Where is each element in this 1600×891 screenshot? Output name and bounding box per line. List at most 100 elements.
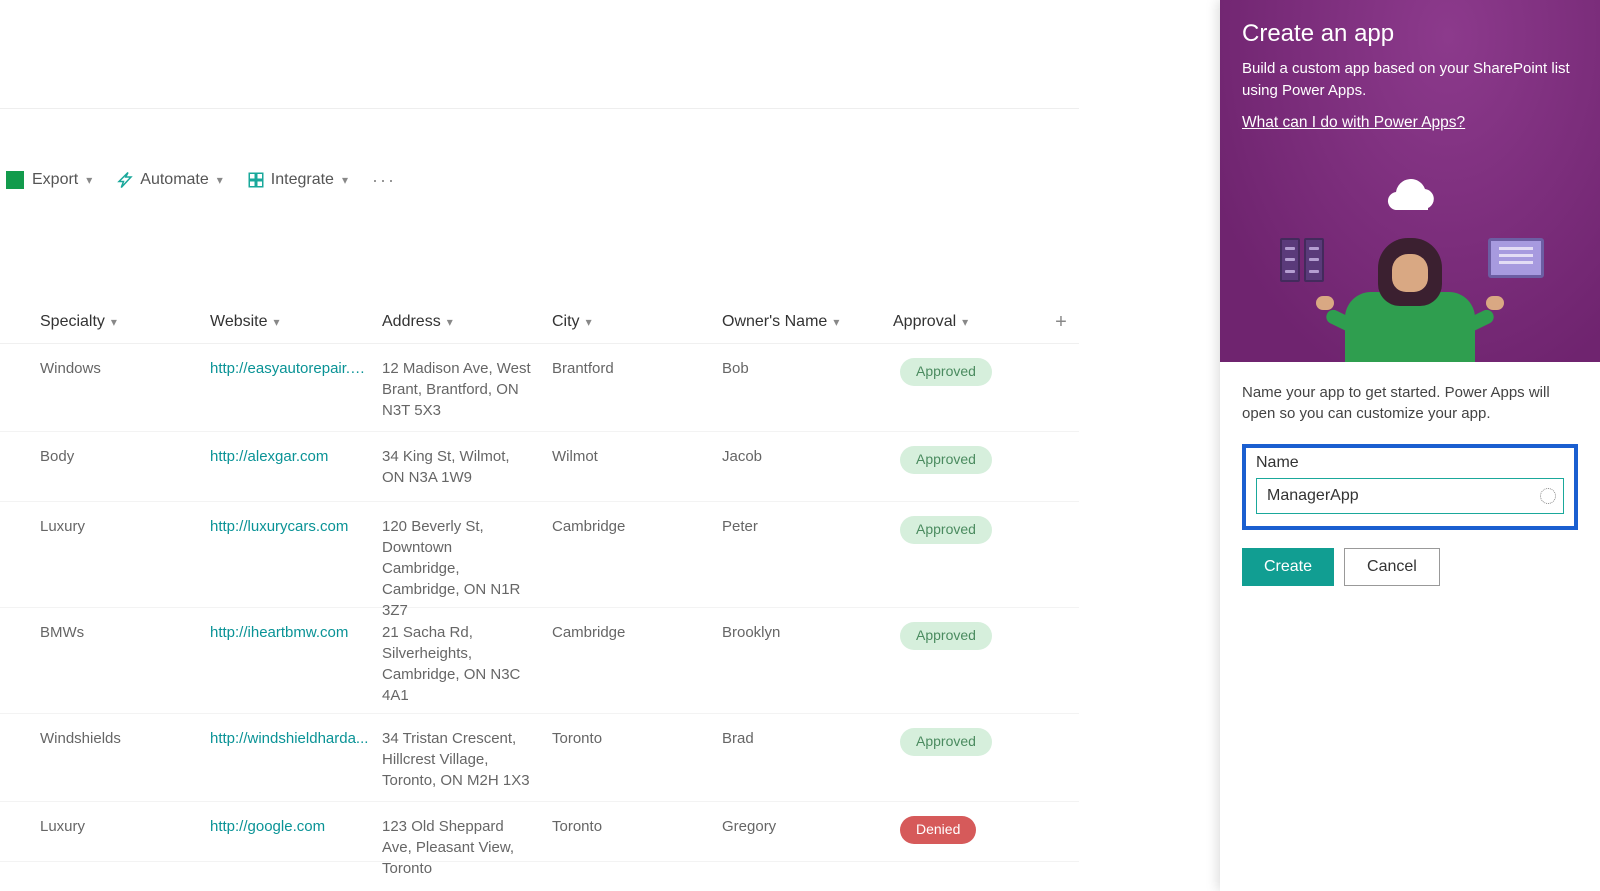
ellipsis-icon: ··· xyxy=(372,170,396,191)
cell-city: Toronto xyxy=(552,728,702,749)
automate-menu[interactable]: Automate ▾ xyxy=(116,171,223,189)
table-row[interactable]: Luxuryhttp://google.com123 Old Sheppard … xyxy=(0,802,1079,862)
cell-specialty: BMWs xyxy=(40,622,190,643)
cell-website-link[interactable]: http://google.com xyxy=(210,816,370,837)
column-label: Specialty xyxy=(40,313,105,331)
cell-website-link[interactable]: http://alexgar.com xyxy=(210,446,370,467)
table-row[interactable]: Body http://alexgar.com 34 King St, Wilmot… xyxy=(0,432,1079,502)
power-apps-help-link[interactable]: What can I do with Power Apps? xyxy=(1242,114,1465,132)
panel-header: Create an app Build a custom app based o… xyxy=(1220,0,1600,362)
integrate-label: Integrate xyxy=(271,171,334,189)
cell-specialty: Luxury xyxy=(40,516,190,537)
integrate-icon xyxy=(247,171,265,189)
cell-owner: Brad xyxy=(722,728,872,749)
column-headers: Specialty ▾ Website ▾ Address ▾ City ▾ Owner… xyxy=(0,300,1079,344)
table-row[interactable]: Windows http://easyautorepair.c... 12 Madi… xyxy=(0,344,1079,432)
panel-illustration xyxy=(1220,172,1600,362)
cell-website-link[interactable]: http://iheartbmw.com xyxy=(210,622,370,643)
export-label: Export xyxy=(32,171,78,189)
cell-address: 34 Tristan Crescent, Hillcrest Village, … xyxy=(382,728,532,791)
approval-badge: Approved xyxy=(900,622,992,650)
cell-address: 21 Sacha Rd, Silverheights, Cambridge, O… xyxy=(382,622,532,706)
cell-approval: Approved xyxy=(900,728,1050,756)
cell-address: 123 Old Sheppard Ave, Pleasant View, Tor… xyxy=(382,816,532,879)
command-bar: Export ▾ Automate ▾ Integrate ▾ ··· xyxy=(0,158,1079,202)
cloud-icon xyxy=(1378,178,1442,218)
chevron-down-icon: ▾ xyxy=(447,315,453,329)
table-row[interactable]: Luxuryhttp://luxurycars.com120 Beverly S… xyxy=(0,502,1079,608)
column-label: Website xyxy=(210,313,268,331)
automate-icon xyxy=(116,171,134,189)
chevron-down-icon: ▾ xyxy=(342,173,348,187)
panel-actions: Create Cancel xyxy=(1242,548,1578,586)
cell-owner: Gregory xyxy=(722,816,872,837)
cell-city: Wilmot xyxy=(552,446,702,467)
cell-city: Brantford xyxy=(552,358,702,379)
approval-badge: Approved xyxy=(900,516,992,544)
cell-city: Cambridge xyxy=(552,516,702,537)
column-label: Approval xyxy=(893,313,956,331)
list-view: Export ▾ Automate ▾ Integrate ▾ ··· Spec… xyxy=(0,0,1079,891)
chevron-down-icon: ▾ xyxy=(111,315,117,329)
column-header-specialty[interactable]: Specialty ▾ xyxy=(40,300,200,344)
panel-body: Name your app to get started. Power Apps… xyxy=(1220,362,1600,606)
cell-city: Toronto xyxy=(552,816,702,837)
name-field-label: Name xyxy=(1256,454,1564,472)
table-body: Windows http://easyautorepair.c... 12 Madi… xyxy=(0,344,1079,891)
cell-address: 12 Madison Ave, West Brant, Brantford, O… xyxy=(382,358,532,421)
table-row[interactable]: BMWs http://iheartbmw.com 21 Sacha Rd, Sil… xyxy=(0,608,1079,714)
chevron-down-icon: ▾ xyxy=(86,173,92,187)
column-header-address[interactable]: Address ▾ xyxy=(382,300,542,344)
column-header-website[interactable]: Website ▾ xyxy=(210,300,370,344)
column-header-owner[interactable]: Owner's Name ▾ xyxy=(722,300,882,344)
cell-owner: Bob xyxy=(722,358,872,379)
panel-description: Build a custom app based on your SharePo… xyxy=(1242,58,1578,102)
integrate-menu[interactable]: Integrate ▾ xyxy=(247,171,348,189)
name-field-group: Name xyxy=(1242,444,1578,530)
column-header-approval[interactable]: Approval ▾ xyxy=(893,300,1053,344)
create-app-panel: Create an app Build a custom app based o… xyxy=(1220,0,1600,891)
cell-specialty: Windshields xyxy=(40,728,190,749)
export-menu[interactable]: Export ▾ xyxy=(6,171,92,189)
cell-address: 34 King St, Wilmot, ON N3A 1W9 xyxy=(382,446,532,488)
cell-approval: Approved xyxy=(900,358,1050,386)
spinner-icon xyxy=(1540,488,1556,504)
cell-owner: Peter xyxy=(722,516,872,537)
cancel-button[interactable]: Cancel xyxy=(1344,548,1440,586)
chevron-down-icon: ▾ xyxy=(962,315,968,329)
cell-website-link[interactable]: http://luxurycars.com xyxy=(210,516,370,537)
approval-badge: Approved xyxy=(900,446,992,474)
add-column-button[interactable]: + xyxy=(1049,300,1073,344)
cell-city: Cambridge xyxy=(552,622,702,643)
cell-approval: Approved xyxy=(900,516,1050,544)
column-label: Address xyxy=(382,313,441,331)
cell-address: 120 Beverly St, Downtown Cambridge, Camb… xyxy=(382,516,532,621)
cell-specialty: Body xyxy=(40,446,190,467)
column-label: Owner's Name xyxy=(722,313,827,331)
approval-badge: Approved xyxy=(900,728,992,756)
chevron-down-icon: ▾ xyxy=(586,315,592,329)
cell-approval: Denied xyxy=(900,816,1050,844)
chevron-down-icon: ▾ xyxy=(833,315,839,329)
cell-website-link[interactable]: http://windshieldharda... xyxy=(210,728,370,749)
automate-label: Automate xyxy=(140,171,208,189)
create-button[interactable]: Create xyxy=(1242,548,1334,586)
cell-specialty: Windows xyxy=(40,358,190,379)
more-actions[interactable]: ··· xyxy=(372,170,396,191)
column-label: City xyxy=(552,313,580,331)
app-name-input[interactable] xyxy=(1256,478,1564,514)
cell-approval: Approved xyxy=(900,622,1050,650)
cell-owner: Brooklyn xyxy=(722,622,872,643)
panel-helper-text: Name your app to get started. Power Apps… xyxy=(1242,382,1578,424)
cell-specialty: Luxury xyxy=(40,816,190,837)
chevron-down-icon: ▾ xyxy=(274,315,280,329)
column-header-city[interactable]: City ▾ xyxy=(552,300,712,344)
export-icon xyxy=(6,171,24,189)
cell-website-link[interactable]: http://easyautorepair.c... xyxy=(210,358,370,379)
panel-title: Create an app xyxy=(1242,20,1578,48)
table-row[interactable]: Windshields http://windshieldharda... 34 T… xyxy=(0,714,1079,802)
chevron-down-icon: ▾ xyxy=(217,173,223,187)
divider xyxy=(0,108,1079,109)
cell-approval: Approved xyxy=(900,446,1050,474)
approval-badge: Approved xyxy=(900,358,992,386)
